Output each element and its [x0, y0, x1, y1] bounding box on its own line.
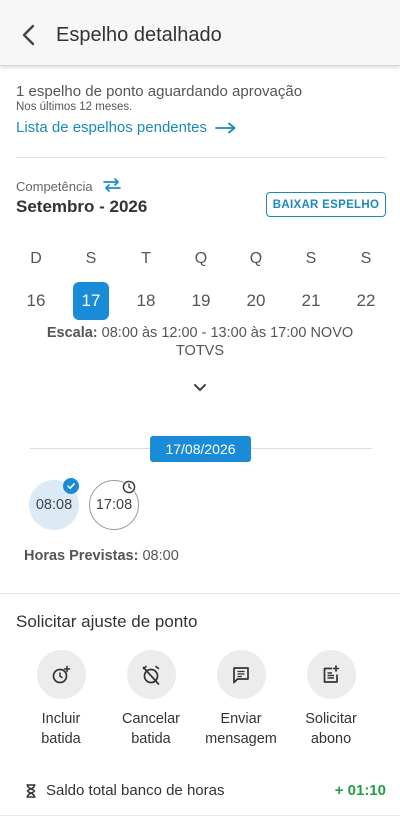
back-arrow-icon[interactable]: [18, 22, 42, 48]
expected-hours-value: 08:00: [142, 548, 179, 564]
week-day-label: Q: [194, 250, 208, 267]
week-day-label: T: [141, 250, 151, 267]
check-icon: [63, 478, 79, 494]
alarm-off-icon: [126, 650, 176, 699]
pending-link-label: Lista de espelhos pendentes: [16, 119, 207, 136]
schedule-label: Escala:: [46, 325, 98, 341]
schedule-text: Escala: 08:00 às 12:00 - 13:00 às 17:00 …: [24, 324, 376, 360]
competencia-label-row: Competência: [16, 178, 121, 195]
week-day-number[interactable]: 22: [348, 282, 384, 320]
competencia-label: Competência: [16, 179, 93, 194]
week-day-label: S: [360, 250, 372, 267]
hour-bank-balance-row[interactable]: Saldo total banco de horas + 01:10: [0, 773, 400, 809]
cancel-punch-button[interactable]: Cancelar batida: [106, 650, 196, 749]
clock-icon: [122, 480, 136, 494]
week-day: Q 19: [176, 248, 226, 320]
bottom-divider: [0, 815, 400, 816]
send-message-line1: Enviar: [220, 711, 262, 727]
swap-arrows-icon[interactable]: [102, 178, 121, 195]
week-day: Q 20: [231, 248, 281, 320]
send-message-button[interactable]: Enviar mensagem: [196, 650, 286, 749]
week-day-number[interactable]: 18: [128, 282, 164, 320]
add-punch-line1: Incluir: [41, 711, 81, 727]
add-punch-button[interactable]: Incluir batida: [16, 650, 106, 749]
hour-bank-label: Saldo total banco de horas: [46, 782, 225, 799]
week-day-number-selected[interactable]: 17: [73, 282, 109, 320]
request-allowance-line1: Solicitar: [305, 711, 357, 727]
week-day-label: Q: [249, 250, 263, 267]
app-header: Espelho detalhado: [0, 0, 400, 66]
week-day-label: S: [85, 250, 97, 267]
request-allowance-button[interactable]: Solicitar abono: [286, 650, 376, 749]
pending-list-link[interactable]: Lista de espelhos pendentes: [16, 119, 237, 136]
week-day-number[interactable]: 16: [18, 282, 54, 320]
pending-subtitle: Nos últimos 12 meses.: [16, 101, 133, 113]
week-day-number[interactable]: 21: [293, 282, 329, 320]
send-message-line2: mensagem: [205, 731, 277, 747]
week-day: S 22: [341, 248, 391, 320]
arrow-right-icon: [215, 122, 236, 133]
schedule-value: 08:00 às 12:00 - 13:00 às 17:00 NOVO TOT…: [101, 325, 354, 359]
expected-hours: Horas Previstas: 08:00: [24, 548, 179, 564]
pending-message: 1 espelho de ponto aguardando aprovação: [16, 83, 303, 100]
chevron-down-icon[interactable]: [190, 380, 210, 396]
hourglass-icon: [25, 784, 37, 798]
add-alarm-icon: [36, 650, 86, 699]
cancel-punch-line2: batida: [131, 731, 171, 747]
week-day-label: D: [30, 250, 42, 267]
week-day: T 18: [121, 248, 171, 320]
week-day: S 21: [286, 248, 336, 320]
post-add-icon: [306, 650, 356, 699]
page-title: Espelho detalhado: [56, 24, 222, 46]
hour-bank-value: + 01:10: [334, 782, 386, 799]
section-divider: [0, 593, 400, 594]
message-icon: [216, 650, 266, 699]
request-allowance-line2: abono: [310, 731, 352, 747]
adjust-section-title: Solicitar ajuste de ponto: [16, 612, 198, 631]
download-mirror-button[interactable]: BAIXAR ESPELHO: [266, 192, 386, 217]
week-day-number[interactable]: 19: [183, 282, 219, 320]
expected-hours-label: Horas Previstas:: [24, 548, 139, 564]
week-day: D 16: [11, 248, 61, 320]
cancel-punch-line1: Cancelar: [121, 711, 181, 727]
week-day-label: S: [305, 250, 317, 267]
week-day-number[interactable]: 20: [238, 282, 274, 320]
add-punch-line2: batida: [41, 731, 81, 747]
competencia-value: Setembro - 2026: [16, 197, 148, 216]
selected-date-badge: 17/08/2026: [150, 436, 251, 462]
week-day: S 17: [66, 248, 116, 320]
divider: [16, 157, 386, 158]
